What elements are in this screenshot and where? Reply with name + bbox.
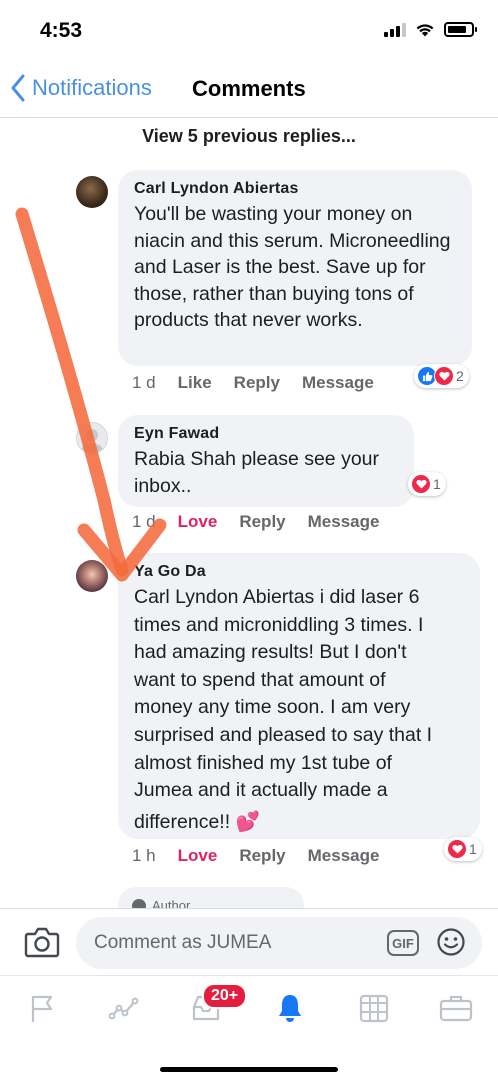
comment-time: 1 h	[132, 846, 156, 865]
message-button[interactable]: Message	[302, 373, 374, 393]
back-button[interactable]: Notifications	[10, 74, 152, 102]
view-previous-replies-link[interactable]: View 5 previous replies...	[0, 126, 498, 147]
comment-text-line: almost finished my 1st tube of	[134, 751, 392, 774]
reaction-count: 1	[433, 476, 441, 492]
author-badge-label: Author	[152, 898, 191, 908]
comment-text-line: difference!! 💕	[134, 810, 260, 833]
calendar-icon	[359, 994, 389, 1023]
comment-text: You'll be wasting your money on niacin a…	[134, 203, 451, 332]
comment-text-line: want to spend that amount of	[134, 668, 386, 691]
camera-icon[interactable]	[24, 925, 60, 959]
author-badge-icon	[132, 898, 146, 908]
comment-actions: 1 d Love Reply Message	[132, 512, 401, 532]
avatar[interactable]	[76, 422, 108, 454]
heart-icon	[411, 474, 431, 494]
heart-icon	[434, 366, 454, 386]
back-label[interactable]: Notifications	[32, 75, 152, 101]
heart-icon	[447, 839, 467, 859]
like-button[interactable]: Like	[178, 373, 212, 393]
insights-icon	[108, 997, 139, 1020]
comment-input[interactable]	[76, 917, 482, 969]
comment-actions: 1 h Love Reply Message	[132, 846, 401, 866]
comment-author[interactable]: Ya Go Da	[134, 563, 464, 581]
comment-bubble[interactable]: Eyn Fawad Rabia Shah please see your inb…	[118, 415, 414, 507]
comment-text-line: Jumea and it actually made a	[134, 779, 388, 802]
page-title: Comments	[192, 76, 306, 101]
message-button[interactable]: Message	[308, 846, 380, 866]
reply-button[interactable]: Reply	[239, 512, 285, 532]
comment-time: 1 d	[132, 512, 156, 531]
comment-author[interactable]: Carl Lyndon Abiertas	[134, 180, 456, 198]
emoji-icon[interactable]	[436, 927, 466, 957]
love-button[interactable]: Love	[178, 846, 218, 866]
wifi-icon	[416, 24, 434, 37]
status-bar: 4:53	[0, 0, 498, 60]
reply-button[interactable]: Reply	[234, 373, 280, 393]
comment-text: Rabia Shah please see your inbox..	[134, 448, 379, 497]
status-time: 4:53	[40, 19, 83, 42]
tab-notifications[interactable]	[270, 988, 310, 1028]
partial-comment-bubble[interactable]: Author	[118, 887, 304, 908]
tab-insights[interactable]	[104, 988, 144, 1028]
love-button[interactable]: Love	[178, 512, 218, 532]
tab-calendar[interactable]	[354, 988, 394, 1028]
home-indicator	[160, 1067, 338, 1072]
chevron-left-icon	[11, 74, 25, 102]
author-badge: Author	[132, 898, 190, 908]
status-icons	[384, 22, 477, 37]
nav-bar: Notifications Comments	[0, 62, 498, 118]
comment-text-line: had amazing results! But I don't	[134, 641, 407, 664]
comment-bubble[interactable]: Ya Go Da Carl Lyndon Abiertas i did lase…	[118, 553, 480, 839]
comments-list: View 5 previous replies... Carl Lyndon A…	[0, 118, 498, 908]
reaction-summary[interactable]: 2	[414, 364, 469, 388]
message-button[interactable]: Message	[308, 512, 380, 532]
comment-time: 1 d	[132, 373, 156, 392]
avatar[interactable]	[76, 560, 108, 592]
comment-actions: 1 d Like Reply Message	[132, 373, 396, 393]
notifications-badge: 20+	[202, 983, 248, 1009]
tab-tools[interactable]	[436, 988, 476, 1028]
reaction-count: 1	[469, 841, 477, 857]
gif-button[interactable]: GIF	[387, 930, 419, 956]
reaction-summary[interactable]: 1	[408, 472, 446, 496]
tab-pages[interactable]	[22, 988, 62, 1028]
bell-icon	[279, 995, 301, 1022]
flag-icon	[31, 995, 53, 1022]
comment-text-line: Carl Lyndon Abiertas i did laser 6	[134, 586, 420, 608]
comment-author[interactable]: Eyn Fawad	[134, 425, 398, 443]
tab-bar: 20+	[0, 976, 498, 1080]
signal-icon	[384, 22, 406, 37]
comment-bubble[interactable]: Carl Lyndon Abiertas You'll be wasting y…	[118, 170, 472, 366]
comment-text: Carl Lyndon Abiertas i did laser 6 times…	[134, 584, 464, 836]
reply-button[interactable]: Reply	[239, 846, 285, 866]
comment-text-line: surprised and pleased to say that I	[134, 723, 433, 746]
comment-text-line: times and microniddling 3 times. I	[134, 613, 424, 636]
battery-icon	[444, 22, 477, 37]
reaction-summary[interactable]: 1	[444, 837, 482, 861]
comment-composer: GIF	[0, 908, 498, 976]
comment-text-line: money any time soon. I am very	[134, 696, 411, 719]
avatar[interactable]	[76, 176, 108, 208]
reaction-count: 2	[456, 368, 464, 384]
briefcase-icon	[439, 995, 473, 1022]
